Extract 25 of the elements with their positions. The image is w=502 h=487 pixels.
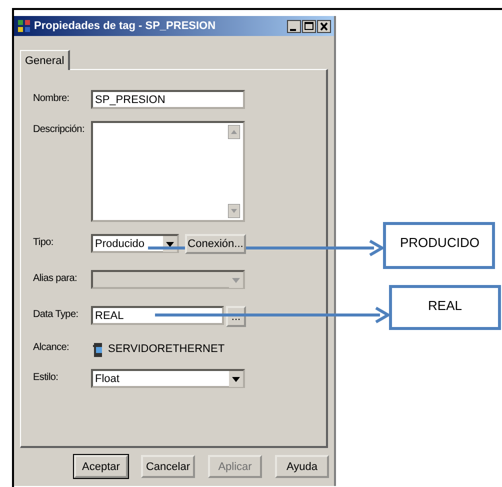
- field-label: Nombre:: [33, 92, 70, 104]
- server-icon: [93, 343, 104, 357]
- connection-button[interactable]: Conexión...: [185, 234, 246, 254]
- field-label: Alias para:: [33, 272, 78, 284]
- text-field[interactable]: SP_PRESION: [91, 90, 245, 109]
- scope-value: SERVIDORETHERNET: [108, 342, 225, 355]
- dropdown-field[interactable]: Float: [91, 369, 245, 388]
- general-tab[interactable]: General: [20, 50, 70, 70]
- minimize-icon[interactable]: [287, 20, 301, 32]
- maximize-icon[interactable]: [302, 20, 316, 32]
- callout-box: PRODUCIDO: [383, 222, 495, 269]
- field-label: Tipo:: [33, 236, 54, 248]
- field-label: Data Type:: [33, 308, 80, 320]
- field-label: Descripción:: [33, 123, 86, 135]
- field-label: Alcance:: [33, 341, 70, 353]
- app-icon: [17, 19, 31, 33]
- data-type-field[interactable]: REAL: [91, 306, 224, 325]
- dialog-button[interactable]: Aceptar: [74, 455, 128, 478]
- window-title: Propiedades de tag - SP_PRESION: [34, 20, 217, 32]
- callout-box: REAL: [389, 285, 501, 330]
- type-dropdown[interactable]: Producido: [91, 234, 179, 253]
- field-label: Estilo:: [33, 371, 60, 383]
- dialog-button[interactable]: Cancelar: [141, 455, 195, 478]
- dialog-button[interactable]: Ayuda: [275, 455, 329, 478]
- close-icon[interactable]: [317, 20, 331, 32]
